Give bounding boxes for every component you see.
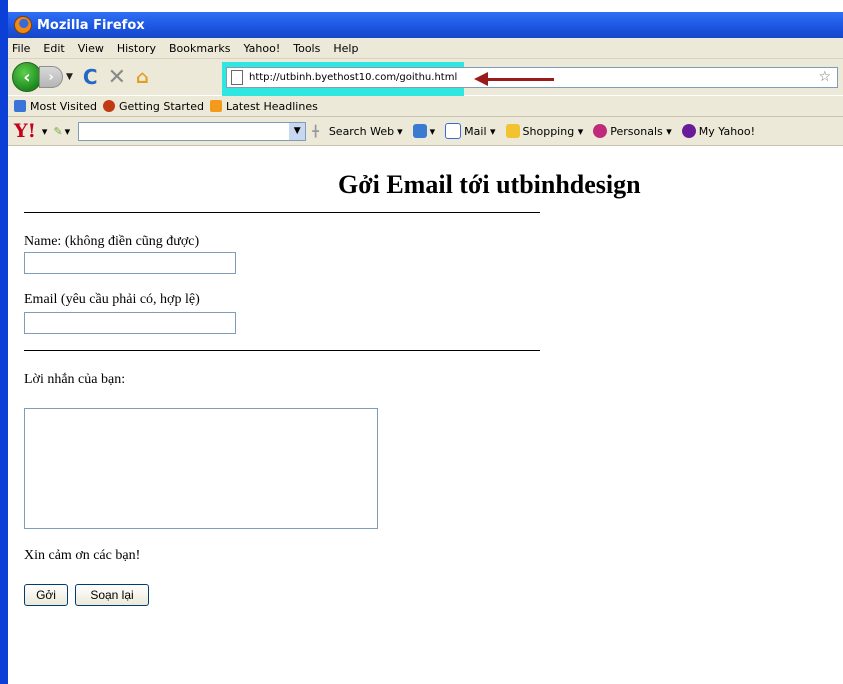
search-web-label: Search Web (328, 124, 395, 138)
my-yahoo-label: My Yahoo! (698, 124, 756, 138)
email-input[interactable] (24, 312, 236, 334)
annotation-arrow-line (486, 78, 554, 81)
window-left-border (0, 0, 8, 684)
url-text: http://utbinh.byethost10.com/goithu.html (249, 72, 458, 83)
menu-help[interactable]: Help (333, 42, 358, 55)
divider-top (24, 212, 540, 213)
bookmark-star-icon[interactable]: ☆ (818, 69, 831, 85)
yahoo-menu-dropdown-icon[interactable]: ▾ (42, 125, 48, 138)
mail-label: Mail (464, 124, 487, 138)
bookmark-label: Most Visited (30, 99, 97, 113)
divider-bottom (24, 350, 540, 351)
message-label: Lời nhắn của bạn: (24, 372, 126, 387)
shopping-label: Shopping (522, 124, 575, 138)
name-label: Name: (không điền cũng được) (24, 234, 200, 249)
menu-bookmarks[interactable]: Bookmarks (169, 42, 230, 55)
bookmark-latest-headlines[interactable]: Latest Headlines (210, 100, 318, 113)
menu-view[interactable]: View (78, 42, 104, 55)
page-title: Gởi Email tới utbinhdesign (338, 170, 641, 199)
thanks-text: Xin cảm ơn các bạn! (24, 548, 141, 563)
bookmark-label: Latest Headlines (226, 99, 318, 113)
menu-edit[interactable]: Edit (43, 42, 64, 55)
annotation-arrow-head-icon (474, 72, 488, 86)
back-arrow-icon: ‹ (23, 66, 31, 88)
navigation-toolbar: ‹ › ▼ C ✕ ⌂ http://utbinh.byethost10.com… (8, 59, 843, 96)
message-textarea[interactable] (24, 408, 378, 529)
name-input[interactable] (24, 252, 236, 274)
personals-label: Personals (610, 124, 663, 138)
send-button[interactable]: Gởi (24, 584, 68, 606)
window-title: Mozilla Firefox (37, 17, 145, 33)
my-yahoo-button[interactable]: My Yahoo! (681, 124, 756, 138)
menu-yahoo[interactable]: Yahoo! (243, 42, 280, 55)
yahoo-search-input[interactable]: ▼ (78, 121, 307, 141)
firefox-logo-icon (14, 16, 32, 34)
heart-icon (593, 124, 608, 138)
personals-button[interactable]: Personals ▾ (593, 124, 672, 138)
shopping-button[interactable]: Shopping ▾ (505, 124, 583, 138)
shopping-bag-icon (505, 124, 520, 138)
shield-icon (412, 124, 427, 138)
bookmarks-toolbar: Most Visited Getting Started Latest Head… (8, 95, 843, 117)
forward-arrow-icon: › (48, 69, 54, 85)
outer-frame-top (0, 0, 843, 12)
browser-window: Mozilla Firefox File Edit View History B… (8, 12, 843, 684)
shield-button[interactable]: ▾ (412, 124, 435, 138)
email-label: Email (yêu cầu phải có, hợp lệ) (24, 292, 200, 307)
rss-icon (210, 100, 222, 112)
search-web-dropdown-icon[interactable]: ▾ (397, 125, 403, 138)
page-content: Gởi Email tới utbinhdesign Name: (không … (8, 146, 843, 666)
search-dropdown-icon[interactable]: ▼ (289, 122, 306, 140)
back-button[interactable]: ‹ (12, 62, 42, 92)
menu-file[interactable]: File (12, 42, 30, 55)
bookmark-label: Getting Started (118, 99, 204, 113)
most-visited-icon (14, 100, 26, 112)
getting-started-icon (102, 100, 115, 112)
history-dropdown-icon[interactable]: ▼ (66, 72, 73, 82)
menu-tools[interactable]: Tools (293, 42, 320, 55)
reset-button[interactable]: Soạn lại (75, 584, 149, 606)
mail-icon (445, 123, 462, 139)
yahoo-logo[interactable]: Y! (14, 120, 36, 142)
menu-bar: File Edit View History Bookmarks Yahoo! … (8, 38, 843, 59)
bookmark-getting-started[interactable]: Getting Started (102, 99, 204, 113)
yahoo-toolbar: Y! ▾ ✎ ▾ ▼ ╋ Search Web ▾ ▾ Mail ▾ Shopp… (8, 117, 843, 146)
my-yahoo-icon (681, 124, 696, 138)
reload-icon[interactable]: C (83, 65, 98, 89)
search-web-button[interactable]: Search Web ▾ (329, 125, 403, 138)
forward-button[interactable]: › (39, 66, 63, 88)
pencil-dropdown-icon[interactable]: ▾ (65, 125, 71, 138)
page-icon (231, 70, 243, 85)
mail-button[interactable]: Mail ▾ (445, 123, 496, 139)
title-bar: Mozilla Firefox (8, 12, 843, 38)
menu-history[interactable]: History (117, 42, 156, 55)
home-icon[interactable]: ⌂ (136, 67, 149, 88)
pencil-icon[interactable]: ✎ (53, 125, 62, 138)
bookmark-most-visited[interactable]: Most Visited (14, 100, 97, 113)
separator-icon: ╋ (312, 124, 319, 138)
stop-icon[interactable]: ✕ (108, 65, 126, 90)
